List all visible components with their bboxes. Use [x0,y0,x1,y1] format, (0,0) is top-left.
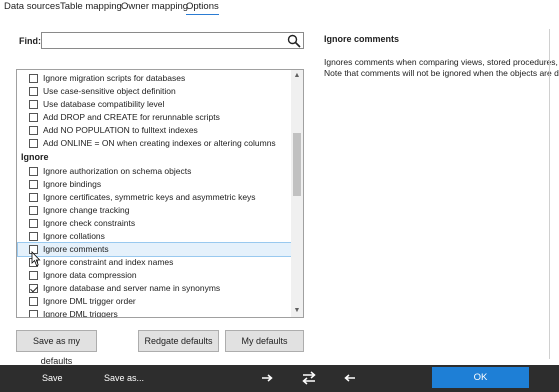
option-label: Add DROP and CREATE for rerunnable scrip… [43,112,220,122]
arrow-right-icon[interactable] [259,370,275,386]
search-icon[interactable] [287,34,301,48]
option-row[interactable]: Ignore DML triggers [17,308,292,318]
swap-arrows-icon[interactable] [301,370,317,386]
option-checkbox[interactable] [29,87,38,96]
option-row-selected[interactable]: Ignore comments [17,242,293,257]
option-row[interactable]: Ignore check constraints [17,217,292,230]
option-checkbox[interactable] [29,193,38,202]
find-input[interactable] [42,33,282,48]
find-field[interactable] [41,32,304,49]
description-line: Ignores comments when comparing views, s… [324,57,559,67]
option-checkbox[interactable] [29,139,38,148]
tab-bar: Data sources Table mapping Owner mapping… [0,0,559,15]
option-label: Ignore bindings [43,179,102,189]
tab-table-mapping[interactable]: Table mapping [60,1,122,12]
footer-bar: Save Save as... OK [0,365,559,392]
option-label: Ignore migration scripts for databases [43,73,186,83]
find-label: Find: [19,36,41,46]
save-button[interactable]: Save [42,373,63,383]
option-row[interactable]: Ignore data compression [17,269,292,282]
option-checkbox[interactable] [29,310,38,317]
tab-owner-mapping[interactable]: Owner mapping [121,1,188,12]
option-detail-description: Ignores comments when comparing views, s… [324,57,559,79]
redgate-defaults-button[interactable]: Redgate defaults [138,330,219,352]
option-label: Ignore change tracking [43,205,130,215]
option-row[interactable]: Add NO POPULATION to fulltext indexes [17,124,292,137]
option-checkbox[interactable] [29,206,38,215]
option-checkbox[interactable] [29,167,38,176]
option-row[interactable]: Ignore constraint and index names [17,256,292,269]
option-row[interactable]: Use database compatibility level [17,98,292,111]
options-list[interactable]: Ignore migration scripts for databases U… [16,69,304,318]
option-checkbox[interactable] [29,180,38,189]
option-row[interactable]: Ignore DML trigger order [17,295,292,308]
option-label: Ignore DML triggers [43,309,118,318]
description-line: Note that comments will not be ignored w… [324,68,559,78]
option-label: Ignore check constraints [43,218,136,228]
option-label: Ignore comments [43,244,109,254]
option-checkbox[interactable] [29,126,38,135]
option-checkbox[interactable] [29,219,38,228]
scroll-thumb[interactable] [293,133,301,196]
arrow-left-icon[interactable] [342,370,358,386]
option-row[interactable]: Ignore change tracking [17,204,292,217]
option-label: Ignore constraint and index names [43,257,174,267]
option-label: Ignore certificates, symmetric keys and … [43,192,256,202]
option-row[interactable]: Ignore authorization on schema objects [17,165,292,178]
list-scrollbar[interactable]: ▲ ▼ [291,70,303,317]
option-checkbox[interactable] [29,100,38,109]
scroll-down-icon[interactable]: ▼ [291,305,303,317]
option-checkbox[interactable] [29,74,38,83]
tab-options[interactable]: Options [186,1,219,15]
ignore-group-heading: Ignore [21,152,49,162]
option-detail-title: Ignore comments [324,34,400,44]
option-label: Add NO POPULATION to fulltext indexes [43,125,198,135]
option-label: Ignore data compression [43,270,137,280]
pane-divider [549,29,550,359]
save-as-button[interactable]: Save as... [104,373,144,383]
option-label: Use case-sensitive object definition [43,86,176,96]
my-defaults-button[interactable]: My defaults [225,330,304,352]
option-row[interactable]: Ignore bindings [17,178,292,191]
option-label: Use database compatibility level [43,99,165,109]
option-label: Ignore collations [43,231,105,241]
option-label: Ignore authorization on schema objects [43,166,192,176]
save-as-my-defaults-button[interactable]: Save as my defaults [16,330,97,366]
option-row[interactable]: Ignore collations [17,230,292,243]
option-checkbox[interactable] [29,297,38,306]
tab-data-sources[interactable]: Data sources [4,1,60,12]
option-row[interactable]: Ignore migration scripts for databases [17,72,292,85]
option-label: Ignore DML trigger order [43,296,136,306]
option-row[interactable]: Use case-sensitive object definition [17,85,292,98]
option-checkbox-checked[interactable] [29,284,38,293]
option-row[interactable]: Ignore certificates, symmetric keys and … [17,191,292,204]
scroll-up-icon[interactable]: ▲ [291,70,303,82]
option-checkbox[interactable] [29,271,38,280]
option-checkbox[interactable] [29,113,38,122]
option-label: Add ONLINE = ON when creating indexes or… [43,138,276,148]
option-checkbox[interactable] [29,232,38,241]
ok-button[interactable]: OK [432,367,529,388]
option-row[interactable]: Add ONLINE = ON when creating indexes or… [17,137,292,150]
option-label: Ignore database and server name in synon… [43,283,221,293]
option-row[interactable]: Add DROP and CREATE for rerunnable scrip… [17,111,292,124]
mouse-pointer-icon [31,251,41,267]
option-row[interactable]: Ignore database and server name in synon… [17,282,292,295]
